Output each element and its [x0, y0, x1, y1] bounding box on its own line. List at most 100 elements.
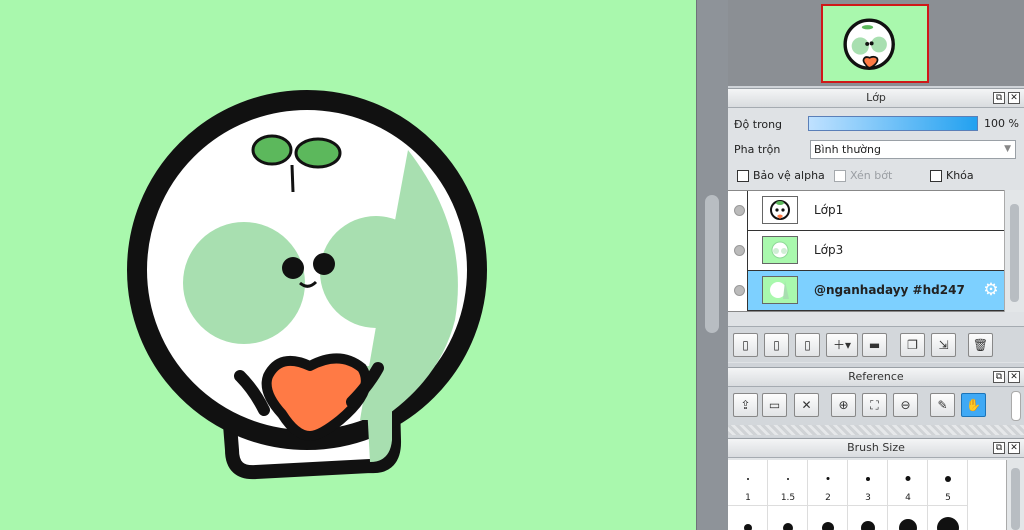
visibility-toggle-icon[interactable] [728, 191, 748, 231]
brush-size-panel: Brush Size ⧉ ✕ 1 1.5 2 3 4 5 [728, 438, 1024, 530]
opacity-value: 100 % [984, 117, 1019, 130]
open-folder-icon[interactable]: ▭ [762, 393, 787, 417]
brush-size-cell[interactable]: 3 [848, 460, 888, 506]
hand-tool-icon[interactable]: ✋ [961, 393, 986, 417]
add-layer-menu-icon[interactable]: ＋▾ [826, 333, 858, 357]
duplicate-layer-icon[interactable]: ❐ [900, 333, 925, 357]
checkbox-box [834, 169, 846, 182]
brush-scroll-thumb[interactable] [1011, 468, 1020, 530]
brush-size-label: 3 [865, 493, 871, 503]
new-layer-icon[interactable]: ▯ [733, 333, 758, 357]
close-icon[interactable]: ✕ [794, 393, 819, 417]
zoom-in-icon[interactable]: ⊕ [831, 393, 856, 417]
layer-thumbnail [762, 276, 798, 304]
brush-panel-header: Brush Size ⧉ ✕ [728, 438, 1024, 458]
canvas-scroll-thumb[interactable] [705, 195, 719, 333]
right-panel: Lớp ⧉ ✕ Độ trong 100 % Pha trộn Bình thư… [728, 0, 1024, 530]
float-panel-icon[interactable]: ⧉ [993, 442, 1005, 454]
brush-size-cell[interactable] [928, 506, 968, 530]
reference-panel-header: Reference ⧉ ✕ [728, 367, 1024, 387]
brush-size-label: 1 [745, 493, 751, 503]
canvas-vertical-scrollbar[interactable] [696, 0, 728, 530]
brush-size-cell[interactable]: 4 [888, 460, 928, 506]
navigator-thumbnail [825, 6, 925, 81]
brush-size-label: 4 [905, 493, 911, 503]
layer-panel-header: Lớp ⧉ ✕ [728, 88, 1024, 108]
brush-size-grid: 1 1.5 2 3 4 5 [728, 460, 1006, 530]
layer-scroll-thumb[interactable] [1010, 204, 1019, 302]
close-panel-icon[interactable]: ✕ [1008, 92, 1020, 104]
layer-list: Lớp1 Lớp3 @nganhadayy #hd247 ⚙ [728, 190, 1004, 312]
layer-name: @nganhadayy #hd247 [814, 283, 965, 297]
brush-dot [936, 517, 959, 530]
brush-dot [865, 477, 870, 481]
fit-view-icon[interactable]: ⛶ [862, 393, 887, 417]
layer-row-2[interactable]: Lớp3 [728, 231, 1004, 271]
brush-size-cell[interactable]: 5 [928, 460, 968, 506]
checkbox-label: Bảo vệ alpha [753, 169, 825, 182]
brush-size-cell[interactable]: 2 [808, 460, 848, 506]
brush-size-cell[interactable] [728, 506, 768, 530]
navigator-panel [728, 0, 1024, 86]
folder-icon[interactable]: ▬ [862, 333, 887, 357]
right-cheek [320, 216, 432, 328]
float-panel-icon[interactable]: ⧉ [993, 371, 1005, 383]
brush-dot [860, 521, 875, 530]
visibility-toggle-icon[interactable] [728, 231, 748, 271]
brush-dot [786, 478, 789, 480]
new-8bit-layer-icon[interactable]: ▯ [764, 333, 789, 357]
layer-name: Lớp1 [814, 203, 844, 217]
right-eye [313, 253, 335, 275]
merge-layer-icon[interactable]: ⇲ [931, 333, 956, 357]
layer-list-scrollbar[interactable] [1004, 190, 1024, 312]
left-eye [282, 257, 304, 279]
chevron-down-icon: ▼ [1004, 144, 1011, 154]
brush-size-cell[interactable] [848, 506, 888, 530]
sprout-leaf-right [294, 137, 342, 169]
reference-scrollbar[interactable] [1011, 391, 1021, 421]
checkbox-label: Khóa [946, 169, 974, 182]
checkbox-box[interactable] [930, 169, 942, 182]
layer-panel-title: Lớp [866, 91, 886, 104]
new-1bit-layer-icon[interactable]: ▯ [795, 333, 820, 357]
layer-row-3[interactable]: @nganhadayy #hd247 ⚙ [728, 271, 1004, 311]
navigator-preview[interactable] [821, 4, 929, 83]
lock-checkbox[interactable]: Khóa [930, 169, 974, 182]
brush-dot [746, 478, 749, 480]
brush-size-cell[interactable] [768, 506, 808, 530]
layer-thumbnail [762, 196, 798, 224]
layer-name: Lớp3 [814, 243, 844, 257]
opacity-slider[interactable] [808, 116, 978, 131]
delete-layer-icon[interactable]: 🗑 [968, 333, 993, 357]
blend-label: Pha trộn [734, 143, 781, 156]
brush-dot [821, 522, 834, 530]
alpha-protect-checkbox[interactable]: Bảo vệ alpha [737, 169, 825, 182]
upload-icon[interactable]: ⇪ [733, 393, 758, 417]
blend-mode-select[interactable]: Bình thường ▼ [810, 140, 1016, 159]
float-panel-icon[interactable]: ⧉ [993, 92, 1005, 104]
brush-size-cell[interactable] [808, 506, 848, 530]
close-panel-icon[interactable]: ✕ [1008, 371, 1020, 383]
close-panel-icon[interactable]: ✕ [1008, 442, 1020, 454]
eyedropper-icon[interactable]: ✎ [930, 393, 955, 417]
gear-icon[interactable]: ⚙ [982, 281, 1000, 299]
brush-size-label: 2 [825, 493, 831, 503]
sprout-stem [290, 164, 295, 193]
zoom-out-icon[interactable]: ⊖ [893, 393, 918, 417]
brush-size-scrollbar[interactable] [1006, 460, 1024, 530]
layer-panel: Lớp ⧉ ✕ Độ trong 100 % Pha trộn Bình thư… [728, 88, 1024, 363]
visibility-toggle-icon[interactable] [728, 271, 748, 311]
blend-mode-value: Bình thường [814, 143, 881, 156]
layer-thumbnail [762, 236, 798, 264]
checkbox-box[interactable] [737, 169, 749, 182]
brush-dot [898, 519, 917, 530]
layer-row-1[interactable]: Lớp1 [728, 191, 1004, 231]
opacity-label: Độ trong [734, 118, 783, 131]
brush-size-cell[interactable]: 1.5 [768, 460, 808, 506]
sprout-leaf-left [251, 134, 293, 166]
brush-size-label: 1.5 [780, 493, 796, 503]
brush-size-cell[interactable] [888, 506, 928, 530]
drawing-canvas[interactable] [0, 0, 696, 530]
brush-dot [826, 477, 829, 480]
brush-size-cell[interactable]: 1 [728, 460, 768, 506]
